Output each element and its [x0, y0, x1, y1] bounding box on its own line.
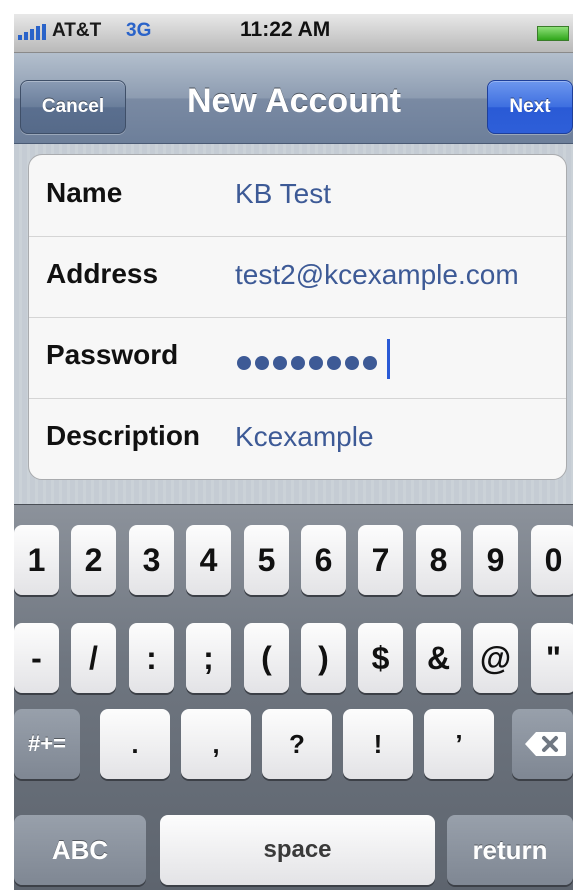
- address-row[interactable]: Address test2@kcexample.com: [29, 236, 566, 318]
- password-label: Password: [46, 339, 179, 370]
- description-label: Description: [46, 420, 201, 451]
- key-row3-1[interactable]: ,: [181, 709, 251, 779]
- password-row[interactable]: Password: [29, 317, 566, 399]
- address-field[interactable]: test2@kcexample.com: [235, 259, 519, 291]
- key-row2-7[interactable]: &: [416, 623, 461, 693]
- key-row2-9[interactable]: ": [531, 623, 573, 693]
- space-key[interactable]: space: [160, 815, 435, 885]
- network-label: 3G: [126, 20, 152, 41]
- description-row[interactable]: Description Kcexample: [29, 398, 566, 479]
- battery-icon: [537, 26, 569, 41]
- clock: 11:22 AM: [240, 18, 331, 41]
- name-field[interactable]: KB Test: [235, 178, 331, 210]
- password-dot: [363, 356, 377, 370]
- abc-key[interactable]: ABC: [14, 815, 146, 885]
- key-row1-3[interactable]: 4: [186, 525, 231, 595]
- carrier-label: AT&T: [52, 20, 102, 41]
- nav-bar: Cancel New Account Next: [14, 53, 573, 144]
- key-row2-0[interactable]: -: [14, 623, 59, 693]
- key-row1-2[interactable]: 3: [129, 525, 174, 595]
- address-label: Address: [46, 258, 159, 289]
- page-title: New Account: [186, 82, 402, 120]
- return-key[interactable]: return: [447, 815, 573, 885]
- delete-key[interactable]: [512, 709, 573, 779]
- key-row3-3[interactable]: !: [343, 709, 413, 779]
- key-row1-4[interactable]: 5: [244, 525, 289, 595]
- key-row1-7[interactable]: 8: [416, 525, 461, 595]
- name-row[interactable]: Name KB Test: [29, 155, 566, 237]
- cancel-button[interactable]: Cancel: [20, 80, 126, 134]
- name-label: Name: [46, 177, 123, 208]
- password-field[interactable]: [237, 356, 377, 370]
- text-cursor: [387, 339, 390, 379]
- key-row1-0[interactable]: 1: [14, 525, 59, 595]
- key-row1-1[interactable]: 2: [71, 525, 116, 595]
- signal-icon: [18, 24, 48, 40]
- key-row3-2[interactable]: ?: [262, 709, 332, 779]
- key-row2-3[interactable]: ;: [186, 623, 231, 693]
- key-row1-9[interactable]: 0: [531, 525, 573, 595]
- key-row1-8[interactable]: 9: [473, 525, 518, 595]
- phone-screen: AT&T 3G 11:22 AM Cancel New Account Next…: [14, 14, 573, 890]
- key-row3-4[interactable]: ’: [424, 709, 494, 779]
- password-dot: [237, 356, 251, 370]
- password-dot: [327, 356, 341, 370]
- description-field[interactable]: Kcexample: [235, 421, 374, 453]
- key-row1-5[interactable]: 6: [301, 525, 346, 595]
- more-symbols-key[interactable]: #+=: [14, 709, 80, 779]
- password-dot: [273, 356, 287, 370]
- key-row3-0[interactable]: .: [100, 709, 170, 779]
- account-form: Name KB Test Address test2@kcexample.com…: [28, 154, 567, 480]
- password-dot: [345, 356, 359, 370]
- key-row2-4[interactable]: (: [244, 623, 289, 693]
- key-row2-1[interactable]: /: [71, 623, 116, 693]
- key-row1-6[interactable]: 7: [358, 525, 403, 595]
- key-row2-5[interactable]: ): [301, 623, 346, 693]
- password-dot: [309, 356, 323, 370]
- key-row2-2[interactable]: :: [129, 623, 174, 693]
- password-dot: [291, 356, 305, 370]
- status-bar: AT&T 3G 11:22 AM: [14, 14, 573, 53]
- key-row2-6[interactable]: $: [358, 623, 403, 693]
- delete-icon: [525, 732, 566, 756]
- next-button[interactable]: Next: [487, 80, 573, 134]
- keyboard: #+= ABC space return 1 2 3 4 5 6 7 8 9 0 - /:;() $ & @…: [14, 504, 573, 890]
- password-dot: [255, 356, 269, 370]
- form-area: Name KB Test Address test2@kcexample.com…: [14, 144, 573, 504]
- key-row2-8[interactable]: @: [473, 623, 518, 693]
